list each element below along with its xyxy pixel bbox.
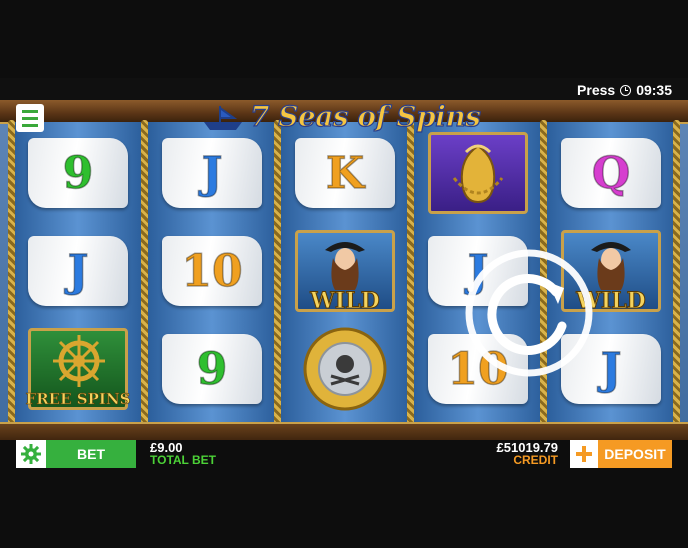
symbol-10: 10 (156, 226, 268, 316)
symbol-treasure-sack (422, 128, 534, 218)
settings-button[interactable] (16, 440, 46, 468)
wild-label: WILD (310, 288, 381, 315)
pirate-woman-icon (591, 242, 631, 290)
credit-label: CREDIT (513, 453, 558, 467)
total-bet-label: TOTAL BET (150, 453, 216, 467)
bet-button[interactable]: BET (46, 440, 136, 468)
pirate-woman-icon (325, 242, 365, 290)
game-title: 7 Seas of Spins (249, 100, 481, 134)
press-label: Press (577, 82, 616, 98)
pirate-coin-icon (303, 327, 387, 411)
ship-wheel-icon (53, 335, 105, 387)
settings-gear-icon (21, 444, 41, 464)
symbol-wild: WILD (289, 226, 401, 316)
treasure-sack-icon (452, 144, 504, 204)
symbol-j: J (156, 128, 268, 218)
symbol-j: J (22, 226, 134, 316)
spin-refresh-icon[interactable] (464, 248, 594, 378)
status-bar: Press 09:35 (577, 82, 672, 98)
symbol-9: 9 (22, 128, 134, 218)
menu-icon (22, 109, 38, 113)
deposit-button[interactable]: DEPOSIT (598, 440, 672, 468)
credit-display: £51019.79 CREDIT (497, 441, 558, 467)
rope-divider (8, 120, 15, 424)
rope-divider (141, 120, 148, 424)
symbol-k: K (289, 128, 401, 218)
rope-divider (274, 120, 281, 424)
symbol-free-spins: FREE SPINS (22, 324, 134, 414)
free-spins-label: FREE SPINS (25, 390, 131, 409)
bottom-wood-frame (0, 422, 688, 440)
total-bet-display: £9.00 TOTAL BET (150, 441, 216, 467)
rope-divider (673, 120, 680, 424)
clock-icon (620, 84, 632, 96)
clock-time: 09:35 (636, 82, 672, 98)
plus-icon (576, 446, 592, 462)
symbol-q: Q (555, 128, 667, 218)
symbol-pirate-coin (289, 324, 401, 414)
menu-button[interactable] (16, 104, 44, 132)
symbol-9: 9 (156, 324, 268, 414)
pirate-ship-icon (204, 106, 242, 130)
rope-divider (407, 120, 414, 424)
add-funds-button[interactable] (570, 440, 598, 468)
